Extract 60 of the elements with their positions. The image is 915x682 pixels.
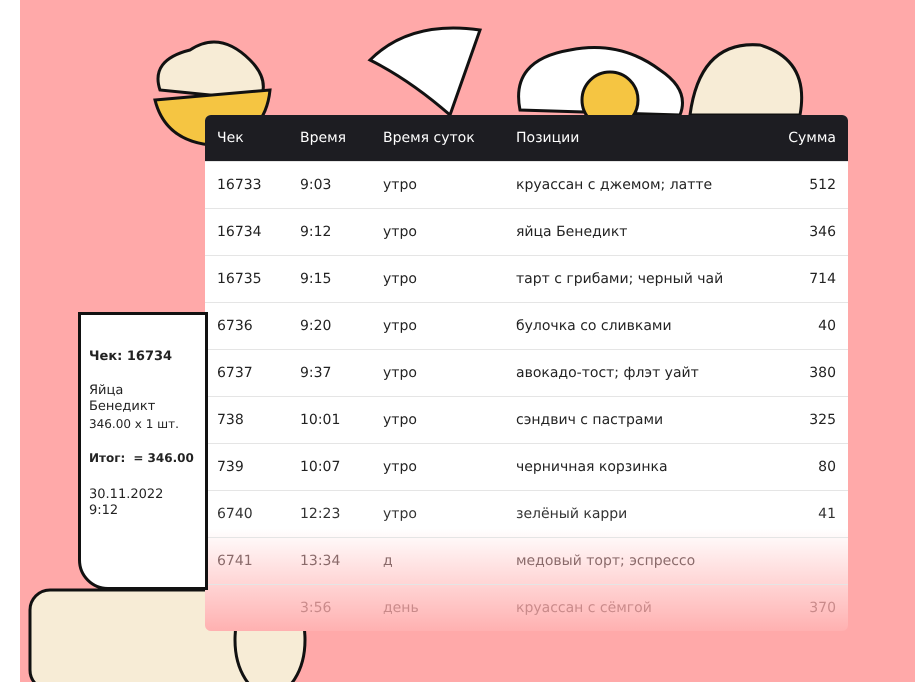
table-cell-text: 714 [808,270,836,288]
table-cell-text: 3:56 [300,598,332,618]
table-cell-text: 41 [817,504,836,524]
table-cell-text: 9:20 [300,316,332,336]
table-cell-text: медовый торт; эспрессо [516,552,696,570]
table-cell-text: утро [383,270,418,288]
table-cell-text: зелёный карри [516,504,628,524]
table-cell-text: 6741 [217,552,254,570]
table-cell-text: 9:12 [300,222,332,242]
receipt-item: Яйца Бенедикт [89,382,156,415]
table-cell-text: авокадо-тост; флэт уайт [516,364,700,382]
table-cell-text: 16735 [217,270,263,288]
table-cell-text: 13:34 [300,552,342,570]
table-cell-text: утро [383,316,418,336]
table-cell-text: утро [383,410,418,430]
table-cell-text: утро [383,364,418,382]
table-cell-text: 738 [217,410,245,430]
table-cell-text: 325 [808,410,836,430]
table-cell-text: 16734 [217,222,263,242]
table-cell-text: круассан с сёмгой [516,598,653,618]
table-cell-text: булочка со сливками [516,316,673,336]
receipt-title: Чек: 16734 [89,348,174,366]
table-cell-text: круассан с джемом; латте [516,176,714,194]
table-cell-text: день [383,598,420,618]
table-cell-text: 6736 [217,316,254,336]
receipt-price: 346.00 х 1 шт. [89,416,180,433]
table-cell-text: 80 [817,458,836,476]
column-header: Время суток [383,128,476,148]
table-cell-text: 9:03 [300,176,332,194]
table-cell-text: 6737 [217,364,254,382]
table-cell-text: черничная корзинка [516,458,669,476]
table-cell-text: д [383,552,394,570]
table-cell-text: 380 [808,364,836,382]
table-cell-text: утро [383,458,418,476]
receipt-total-label: Итог: [89,450,126,467]
table-cell-text: 512 [808,176,836,194]
table-cell-text: 12:23 [300,504,342,524]
table-cell-text: 6740 [217,504,254,524]
table-cell-text: 9:37 [300,364,332,382]
column-header: Чек [217,128,245,148]
table-cell-text: 10:07 [300,458,342,476]
table-cell-text: 346 [808,222,836,242]
table-cell-text: 10:01 [300,410,342,430]
table-cell-text: 370 [808,598,836,618]
table-cell-text: 739 [217,458,245,476]
column-header: Сумма [787,128,836,148]
receipt-total: = 346.00 [133,450,194,467]
table-cell-text: 9:15 [300,270,332,288]
column-header: Позиции [516,128,580,148]
column-header: Время [300,128,348,148]
table-cell-text: яйца Бенедикт [516,222,628,242]
table-cell-text: тарт с грибами; черный чай [516,270,724,288]
receipt-time: 9:12 [89,503,120,520]
table-cell-text: утро [383,176,418,194]
table-cell-text: 16733 [217,176,263,194]
table-cell-text: сэндвич с пастрами [516,410,664,430]
table-cell-text: 40 [817,316,836,336]
receipt-date: 30.11.2022 [89,487,164,504]
table-cell-text: утро [383,222,418,242]
table-cell-text: утро [383,504,418,524]
